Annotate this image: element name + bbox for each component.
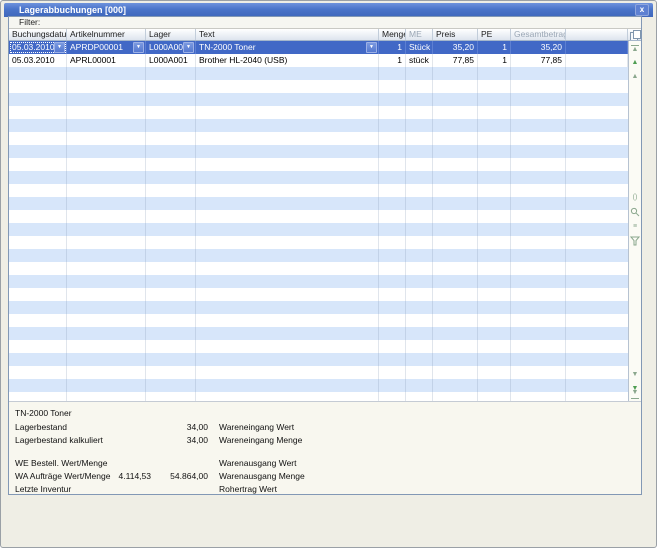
cell-lager[interactable]: L000A001 ▼ bbox=[146, 41, 196, 54]
cell-me[interactable]: Stück bbox=[406, 41, 433, 54]
chevron-down-icon: ▼ bbox=[186, 44, 191, 50]
column-separator bbox=[432, 67, 433, 401]
summary-label: Letzte Inventur bbox=[15, 484, 72, 494]
search-icon[interactable] bbox=[629, 207, 641, 218]
chevron-down-icon: ▼ bbox=[57, 44, 62, 50]
summary-label: Lagerbestand bbox=[15, 422, 67, 432]
column-separator bbox=[565, 67, 566, 401]
column-header-lager[interactable]: Lager bbox=[146, 29, 196, 40]
column-separator bbox=[66, 67, 67, 401]
dropdown-button[interactable]: ▼ bbox=[183, 42, 194, 53]
column-separator bbox=[378, 67, 379, 401]
column-separator bbox=[477, 67, 478, 401]
jump-up-icon[interactable]: ▲ bbox=[629, 57, 641, 68]
column-header-pe[interactable]: PE bbox=[478, 29, 511, 40]
close-icon: x bbox=[639, 5, 645, 14]
column-header-menge[interactable]: Menge bbox=[379, 29, 406, 40]
column-header-text[interactable]: Text bbox=[196, 29, 379, 40]
table-row[interactable]: 05.03.2010 ▼ APRDP00001 ▼ L000A001 ▼ TN-… bbox=[9, 41, 641, 54]
summary-row: Lagerbestand 34,00 Wareneingang Wert bbox=[9, 421, 641, 434]
summary-value: 54.864,00 bbox=[170, 471, 208, 481]
close-button[interactable]: x bbox=[635, 4, 649, 16]
filter-label: Filter: bbox=[19, 17, 41, 27]
grid-header: Buchungsdatum Artikelnummer Lager Text M… bbox=[9, 29, 641, 41]
copy-grid-button[interactable] bbox=[628, 29, 641, 40]
dropdown-button[interactable]: ▼ bbox=[133, 42, 144, 53]
inventory-grid: Filter: Buchungsdatum Artikelnummer Lage… bbox=[8, 16, 642, 495]
cell-pe[interactable]: 1 bbox=[478, 54, 511, 67]
cell-pe[interactable]: 1 bbox=[478, 41, 511, 54]
column-header-buchungsdatum[interactable]: Buchungsdatum bbox=[9, 29, 67, 40]
chevron-down-icon: ▼ bbox=[136, 44, 141, 50]
scroll-to-top-icon[interactable]: ▲ bbox=[631, 45, 639, 55]
empty-rows-area bbox=[9, 67, 628, 401]
cell-lager[interactable]: L000A001 bbox=[146, 54, 196, 67]
scroll-to-bottom-icon[interactable]: ▼ bbox=[631, 388, 639, 399]
column-header-me[interactable]: ME bbox=[406, 29, 433, 40]
grid-side-toolbar: ▲ ▲ ▲ () ≡ ▼ ▼ ▼ bbox=[628, 41, 641, 401]
cell-buchungsdatum[interactable]: 05.03.2010 ▼ bbox=[9, 41, 67, 54]
cell-preis[interactable]: 35,20 bbox=[433, 41, 478, 54]
summary-row: WA Aufträge Wert/Menge 4.114,53 54.864,0… bbox=[9, 470, 641, 483]
column-header-preis[interactable]: Preis bbox=[433, 29, 478, 40]
window-title: Lagerabbuchungen [000] bbox=[19, 5, 127, 15]
cell-text[interactable]: TN-2000 Toner ▼ bbox=[196, 41, 379, 54]
column-separator bbox=[195, 67, 196, 401]
column-separator bbox=[510, 67, 511, 401]
cell-artikelnummer[interactable]: APRL00001 bbox=[67, 54, 146, 67]
cell-gesamtbetrag[interactable]: 77,85 bbox=[511, 54, 566, 67]
summary-right-label: Wareneingang Wert bbox=[219, 422, 295, 432]
cell-gesamtbetrag[interactable]: 35,20 bbox=[511, 41, 566, 54]
cell-me[interactable]: stück bbox=[406, 54, 433, 67]
dropdown-button[interactable]: ▼ bbox=[366, 42, 377, 53]
column-header-empty bbox=[566, 29, 628, 40]
summary-row: Lagerbestand kalkuliert 34,00 Wareneinga… bbox=[9, 434, 641, 447]
cell-preis[interactable]: 77,85 bbox=[433, 54, 478, 67]
column-header-gesamtbetrag[interactable]: Gesamtbetrag bbox=[511, 29, 566, 40]
titlebar[interactable]: Lagerabbuchungen [000] x bbox=[4, 3, 653, 17]
cell-menge[interactable]: 1 bbox=[379, 54, 406, 67]
summary-title: TN-2000 Toner bbox=[15, 408, 72, 418]
summary-label: WE Bestell. Wert/Menge bbox=[15, 458, 108, 468]
summary-row: WE Bestell. Wert/Menge Warenausgang Wert bbox=[9, 457, 641, 470]
cell-empty bbox=[566, 41, 628, 54]
summary-right-label: Warenausgang Menge bbox=[219, 471, 305, 481]
page-up-icon[interactable]: ▲ bbox=[629, 71, 641, 82]
summary-right-label: Warenausgang Wert bbox=[219, 458, 297, 468]
filter-icon[interactable] bbox=[629, 236, 641, 247]
summary-row: Letzte Inventur Rohertrag Wert bbox=[9, 483, 641, 496]
chevron-down-icon: ▼ bbox=[369, 44, 374, 50]
table-row[interactable]: 05.03.2010 APRL00001 L000A001 Brother HL… bbox=[9, 54, 641, 67]
summary-panel: TN-2000 Toner Lagerbestand 34,00 Warenei… bbox=[9, 401, 641, 494]
summary-label: Lagerbestand kalkuliert bbox=[15, 435, 103, 445]
summary-value: 34,00 bbox=[186, 422, 208, 432]
summary-right-label: Wareneingang Menge bbox=[219, 435, 303, 445]
grid-rows: 05.03.2010 ▼ APRDP00001 ▼ L000A001 ▼ TN-… bbox=[9, 41, 641, 401]
cell-empty bbox=[566, 54, 628, 67]
grid-lines-icon[interactable]: ≡ bbox=[629, 221, 641, 232]
cell-artikelnummer[interactable]: APRDP00001 ▼ bbox=[67, 41, 146, 54]
summary-value: 4.114,53 bbox=[118, 471, 151, 481]
parentheses-icon[interactable]: () bbox=[629, 192, 641, 203]
filter-bar[interactable]: Filter: bbox=[9, 17, 641, 29]
cell-text[interactable]: Brother HL-2040 (USB) bbox=[196, 54, 379, 67]
cell-menge[interactable]: 1 bbox=[379, 41, 406, 54]
column-header-artikelnummer[interactable]: Artikelnummer bbox=[67, 29, 146, 40]
summary-right-label: Rohertrag Wert bbox=[219, 484, 277, 494]
dropdown-button[interactable]: ▼ bbox=[54, 42, 65, 53]
cell-buchungsdatum[interactable]: 05.03.2010 bbox=[9, 54, 67, 67]
copy-icon bbox=[630, 30, 641, 40]
window: Lagerabbuchungen [000] x Filter: Buchung… bbox=[0, 0, 657, 548]
summary-value: 34,00 bbox=[186, 435, 208, 445]
column-separator bbox=[145, 67, 146, 401]
page-down-icon[interactable]: ▼ bbox=[629, 369, 641, 380]
column-separator bbox=[405, 67, 406, 401]
